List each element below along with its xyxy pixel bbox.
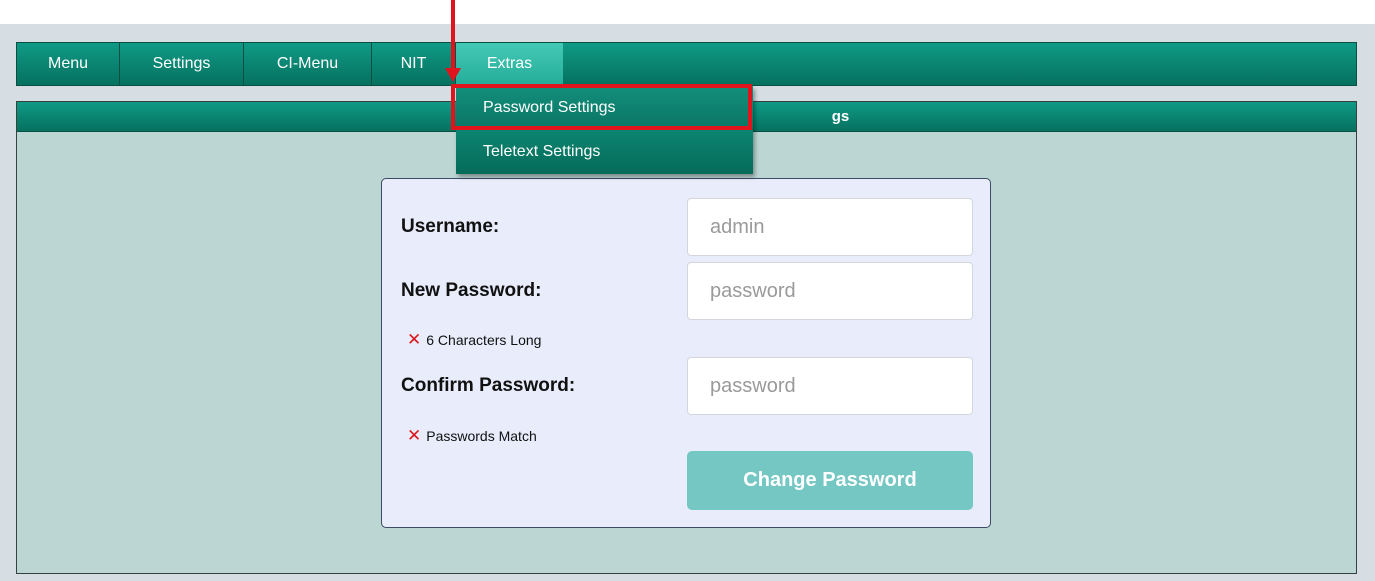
- confirm-password-input[interactable]: [687, 357, 973, 415]
- dropdown-item-teletext-settings[interactable]: Teletext Settings: [456, 130, 753, 174]
- nav-item-menu[interactable]: Menu: [17, 43, 120, 85]
- nav-item-extras[interactable]: Extras: [456, 43, 563, 85]
- annotation-arrow-shaft: [451, 0, 455, 68]
- main-nav: Menu Settings CI-Menu NIT Extras: [16, 42, 1357, 86]
- confirm-password-label: Confirm Password:: [401, 375, 576, 396]
- annotation-arrow-head-icon: [445, 68, 461, 82]
- change-password-button[interactable]: Change Password: [687, 451, 973, 510]
- nav-item-nit[interactable]: NIT: [372, 43, 456, 85]
- new-password-input[interactable]: [687, 262, 973, 320]
- password-form-card: Username: New Password: ✕ 6 Characters L…: [381, 178, 991, 528]
- username-label: Username:: [401, 216, 500, 237]
- rule-match-text: Passwords Match: [426, 427, 537, 444]
- panel-title: gs: [831, 108, 850, 125]
- dropdown-item-password-settings[interactable]: Password Settings: [456, 86, 753, 130]
- username-input[interactable]: [687, 198, 973, 256]
- rule-match: ✕ Passwords Match: [407, 427, 537, 444]
- top-band: [0, 0, 1375, 24]
- nav-item-ci-menu[interactable]: CI-Menu: [244, 43, 372, 85]
- extras-dropdown: Password Settings Teletext Settings: [456, 86, 753, 174]
- new-password-label: New Password:: [401, 280, 542, 301]
- nav-item-settings[interactable]: Settings: [120, 43, 244, 85]
- rule-length-text: 6 Characters Long: [426, 331, 542, 348]
- rule-length: ✕ 6 Characters Long: [407, 331, 541, 348]
- fail-x-icon: ✕: [407, 330, 422, 349]
- fail-x-icon: ✕: [407, 426, 422, 445]
